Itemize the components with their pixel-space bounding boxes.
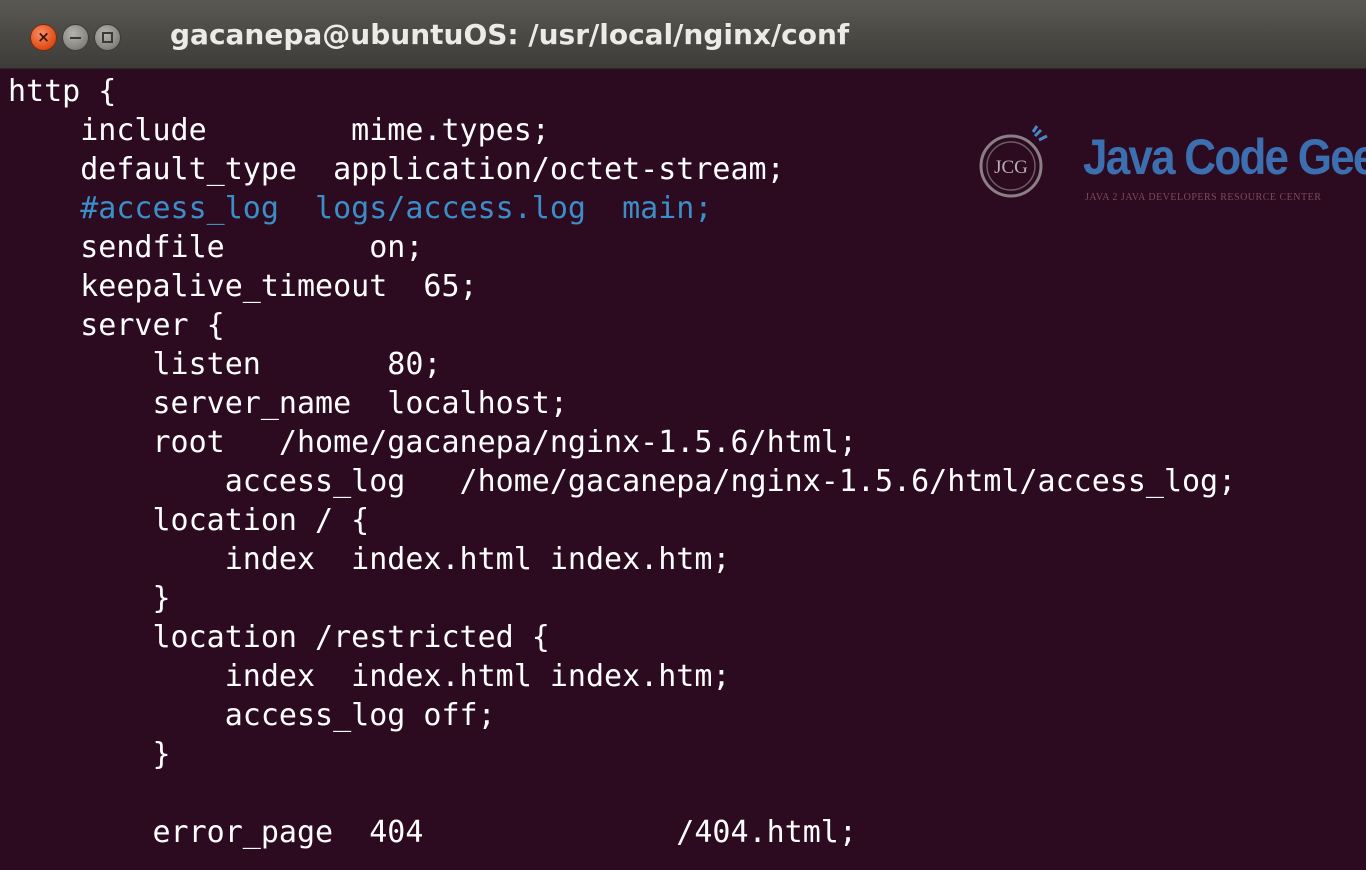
terminal-line: access_log off; bbox=[8, 698, 496, 733]
terminal-comment-line: #access_log logs/access.log main; bbox=[8, 191, 713, 226]
terminal-line: server_name localhost; bbox=[8, 386, 568, 421]
terminal-content[interactable]: JCG Java Code Geeks JAVA 2 JAVA DEVELOPE… bbox=[0, 70, 1366, 870]
terminal-line: location /restricted { bbox=[8, 620, 550, 655]
terminal-line: root /home/gacanepa/nginx-1.5.6/html; bbox=[8, 425, 857, 460]
terminal-line: } bbox=[8, 581, 171, 616]
terminal-line: index index.html index.htm; bbox=[8, 542, 731, 577]
terminal-window: × gacanepa@ubuntuOS: /usr/local/nginx/co… bbox=[0, 0, 1366, 870]
terminal-line: } bbox=[8, 737, 171, 772]
terminal-line: error_page 404 /404.html; bbox=[8, 815, 857, 850]
logo-subtitle: JAVA 2 JAVA DEVELOPERS RESOURCE CENTER bbox=[1085, 192, 1322, 203]
terminal-line: server { bbox=[8, 308, 225, 343]
maximize-button[interactable] bbox=[94, 24, 121, 51]
minimize-icon bbox=[70, 37, 81, 39]
jcg-monogram: JCG bbox=[994, 157, 1028, 178]
terminal-line: index index.html index.htm; bbox=[8, 659, 731, 694]
terminal-line: access_log /home/gacanepa/nginx-1.5.6/ht… bbox=[8, 464, 1237, 499]
maximize-icon bbox=[102, 32, 113, 43]
terminal-line: default_type application/octet-stream; bbox=[8, 152, 785, 187]
close-icon: × bbox=[37, 28, 50, 46]
logo-title: Java Code Geeks bbox=[1083, 129, 1366, 185]
terminal-line: sendfile on; bbox=[8, 230, 424, 265]
terminal-line: listen 80; bbox=[8, 347, 442, 382]
window-title: gacanepa@ubuntuOS: /usr/local/nginx/conf bbox=[170, 18, 850, 51]
terminal-line: include mime.types; bbox=[8, 113, 550, 148]
title-bar[interactable]: × gacanepa@ubuntuOS: /usr/local/nginx/co… bbox=[0, 0, 1366, 69]
close-button[interactable]: × bbox=[30, 24, 57, 51]
minimize-button[interactable] bbox=[62, 24, 89, 51]
terminal-line: http { bbox=[8, 74, 117, 109]
terminal-line: location / { bbox=[8, 503, 370, 538]
java-code-geeks-watermark: JCG Java Code Geeks JAVA 2 JAVA DEVELOPE… bbox=[975, 118, 1366, 218]
jcg-logo-icon: JCG bbox=[979, 125, 1048, 198]
terminal-line: keepalive_timeout 65; bbox=[8, 269, 478, 304]
